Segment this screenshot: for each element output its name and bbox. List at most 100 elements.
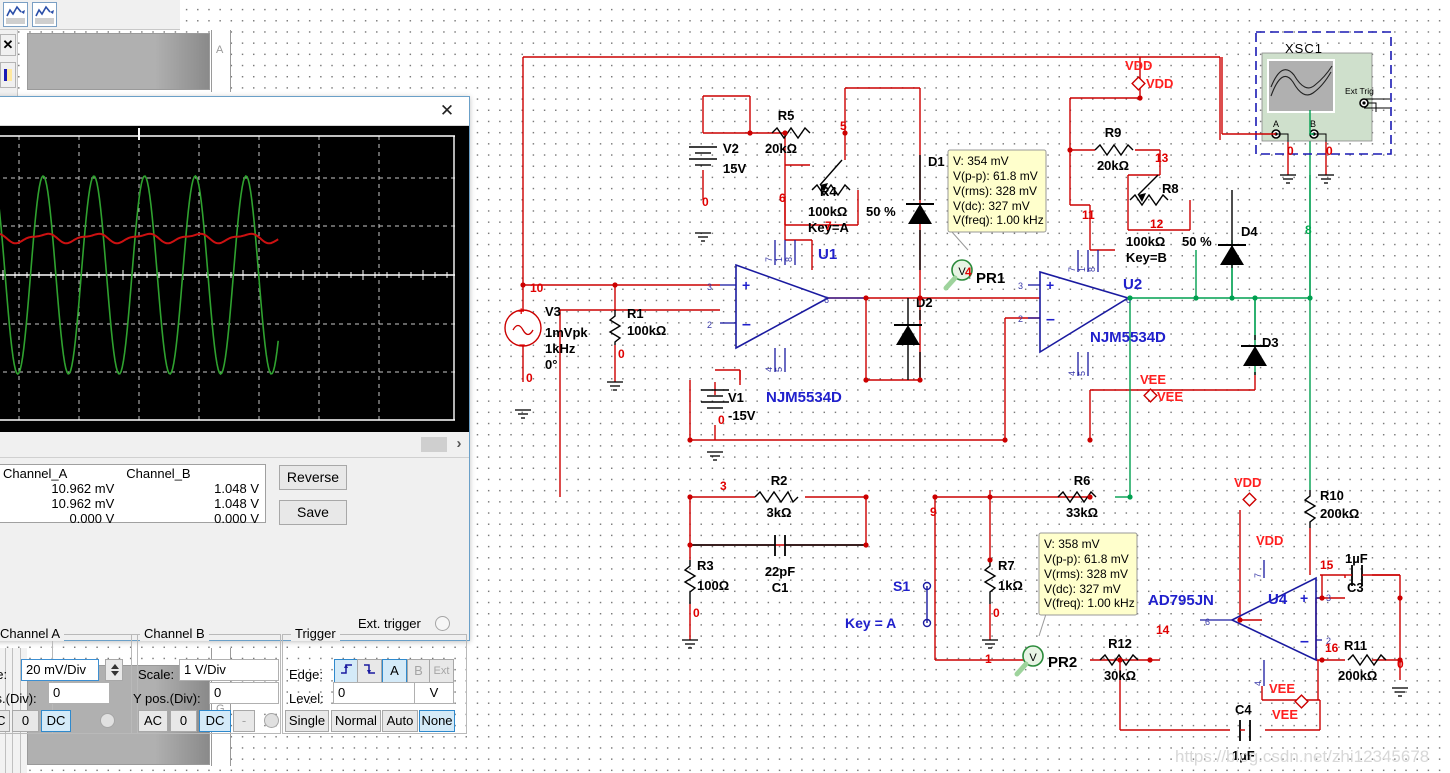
trigger-mode-none[interactable]: None	[419, 710, 455, 732]
power-vdd-u4: VDD VDD	[1234, 475, 1283, 548]
svg-text:4: 4	[1067, 371, 1077, 376]
net-12: 12	[1150, 217, 1164, 231]
channel-b-coupling-zero[interactable]: 0	[170, 710, 197, 732]
label-vdd-4: VDD	[1256, 533, 1283, 548]
component-r7[interactable]	[983, 560, 997, 604]
net-v2-gnd: 0	[702, 195, 709, 209]
panel-gray-top	[27, 33, 210, 90]
label-pr2: PR2	[1048, 654, 1077, 671]
trigger-level-input[interactable]: 0	[333, 682, 415, 704]
falling-edge-icon-button[interactable]	[357, 659, 382, 683]
rail-close-button[interactable]: ✕	[0, 34, 16, 56]
component-r9[interactable]	[1094, 143, 1134, 157]
close-icon[interactable]: ✕	[435, 100, 459, 122]
component-v3[interactable]: + –	[504, 306, 542, 351]
trigger-level-unit[interactable]: V	[414, 682, 454, 704]
label-r9-ref: R9	[1105, 125, 1122, 140]
scope-titlebar[interactable]: ✕	[0, 97, 469, 126]
channel-b-coupling-ac[interactable]: AC	[138, 710, 168, 732]
scroll-right-icon[interactable]: ›	[451, 434, 467, 454]
label-r4-pct: 50 %	[866, 204, 896, 219]
channel-b-coupling-dc[interactable]: DC	[199, 710, 231, 732]
channel-b-ypos-input[interactable]: 0	[209, 682, 279, 704]
scope-scrollbar[interactable]: ›	[0, 432, 469, 458]
label-u2-part: NJM5534D	[1090, 329, 1166, 346]
label-v1-ref: V1	[728, 390, 744, 405]
channel-a-ypos-input[interactable]: 0	[48, 682, 110, 704]
channel-b-scale-input[interactable]: 1 V/Div	[179, 659, 279, 681]
trigger-mode-auto[interactable]: Auto	[382, 710, 418, 732]
net-6: 6	[779, 191, 786, 205]
channel-b-coupling-none[interactable]: -	[233, 710, 255, 732]
probe-pr2-tooltip: V: 358 mV V(p-p): 61.8 mV V(rms): 328 mV…	[1038, 532, 1138, 616]
rising-edge-icon-button[interactable]	[334, 659, 359, 683]
component-d2[interactable]	[894, 324, 922, 345]
svg-text:+: +	[1300, 590, 1308, 606]
channel-a-coupling-zero[interactable]: 0	[12, 710, 39, 732]
chart-icon-1-button[interactable]	[3, 2, 28, 27]
scrollbar-thumb[interactable]	[421, 437, 447, 452]
component-r10[interactable]	[1303, 490, 1317, 528]
ruler-column-top: A	[211, 30, 231, 92]
component-r2[interactable]	[754, 490, 799, 504]
label-r7-val: 1kΩ	[998, 578, 1023, 593]
component-icon[interactable]	[0, 62, 16, 88]
label-r10-ref: R10	[1320, 488, 1344, 503]
svg-text:6: 6	[1205, 617, 1210, 627]
channel-a-coupling-dc[interactable]: DC	[41, 710, 71, 732]
label-u2-ref: U2	[1123, 276, 1142, 293]
label-r8-key: Key=B	[1126, 250, 1167, 265]
svg-text:2: 2	[707, 320, 712, 330]
trigger-source-a[interactable]: A	[382, 659, 407, 683]
label-r6-val: 33kΩ	[1066, 505, 1098, 520]
instrument-grounds	[1280, 174, 1334, 184]
label-c4-ref: C4	[1235, 702, 1252, 717]
label-v3-l2: 1kHz	[545, 341, 576, 356]
component-d1[interactable]	[906, 203, 934, 224]
net-14: 14	[1156, 623, 1170, 637]
channel-a-scale-stepper[interactable]	[105, 659, 123, 681]
trigger-mode-single[interactable]: Single	[285, 710, 329, 732]
net-r7-gnd: 0	[993, 606, 1000, 620]
readout-col-a: Channel_A	[3, 466, 68, 481]
terminal-a-label: A	[1273, 119, 1279, 129]
component-r3[interactable]	[683, 560, 697, 604]
svg-text:–: –	[1046, 311, 1055, 328]
chart-icon-2-button[interactable]	[32, 2, 57, 27]
label-r3-val: 100Ω	[697, 578, 729, 593]
label-r1-ref: R1	[627, 306, 644, 321]
trigger-source-b[interactable]: B	[407, 659, 430, 683]
net-16: 16	[1325, 641, 1339, 655]
channel-a-legend: Channel A	[0, 626, 64, 641]
net-10: 10	[530, 281, 544, 295]
label-r11-val: 200kΩ	[1338, 668, 1377, 683]
component-r1[interactable]	[608, 310, 622, 345]
readout-col-b: Channel_B	[126, 466, 191, 481]
ruler-top-letter: A	[216, 44, 224, 56]
scope-screen[interactable]	[0, 128, 463, 428]
svg-text:+: +	[1046, 277, 1054, 293]
power-vdd-top: VDD VDD	[1125, 58, 1173, 91]
channel-a-coupling-ac[interactable]: AC	[0, 710, 10, 732]
channel-a-terminal[interactable]	[100, 713, 115, 728]
label-c1-val: 22pF	[765, 564, 795, 579]
channel-a-scale-input[interactable]: 20 mV/Div	[21, 659, 99, 681]
oscilloscope-window[interactable]: ✕ › Channel_A Channel_B 10.962 mV 1.048 …	[0, 96, 470, 734]
component-s1[interactable]	[922, 581, 932, 628]
svg-text:8: 8	[1087, 267, 1097, 272]
readout-row: 10.962 mV 1.048 V	[0, 481, 265, 496]
svg-text:5: 5	[774, 367, 784, 372]
trigger-mode-normal[interactable]: Normal	[331, 710, 381, 732]
label-u1-ref: U1	[818, 246, 837, 263]
channel-b-terminal[interactable]	[264, 713, 279, 728]
label-r8-pct: 50 %	[1182, 234, 1212, 249]
svg-text:6: 6	[824, 295, 829, 305]
ext-trigger-terminal[interactable]	[435, 616, 450, 631]
trigger-source-ext[interactable]: Ext	[429, 659, 454, 683]
readout-row: 0.000 V 0.000 V	[0, 511, 265, 526]
reverse-button[interactable]: Reverse	[279, 465, 347, 490]
save-button[interactable]: Save	[279, 500, 347, 525]
label-pr1: PR1	[976, 270, 1005, 287]
component-d4[interactable]	[1218, 244, 1246, 265]
component-v2[interactable]	[689, 146, 717, 166]
